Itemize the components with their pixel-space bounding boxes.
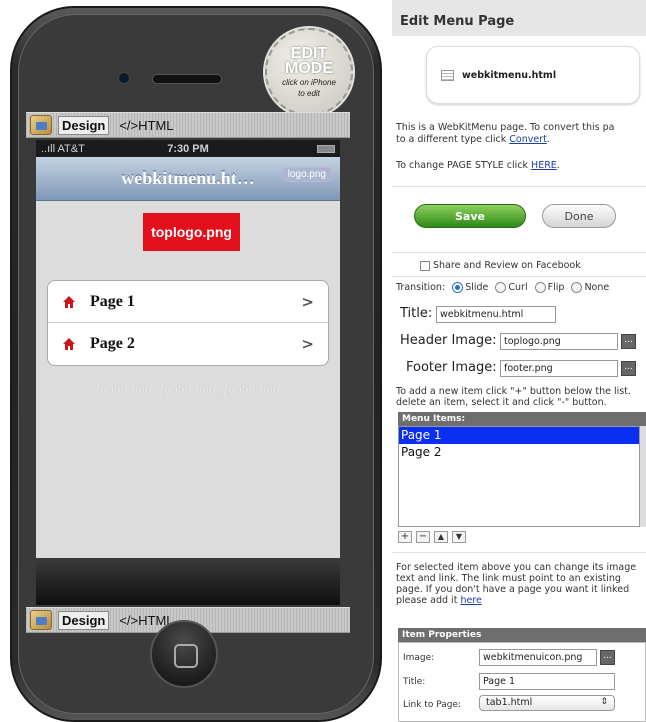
divider bbox=[392, 186, 646, 187]
design-icon bbox=[30, 115, 52, 135]
done-button[interactable]: Done bbox=[542, 204, 616, 228]
house-icon bbox=[63, 338, 75, 350]
item-properties-body: Image: webkitmenuicon.png ... Title: Pag… bbox=[398, 642, 646, 722]
link-to-page-label: Link to Page: bbox=[403, 700, 462, 710]
mode-bar-top: Design </>HTML bbox=[26, 112, 350, 138]
add-help-2: delete an item, select it and click "-" … bbox=[396, 397, 607, 408]
move-up-button[interactable]: ▲ bbox=[434, 531, 448, 543]
save-button[interactable]: Save bbox=[414, 204, 526, 228]
menu-items-list[interactable]: Page 1 Page 2 bbox=[398, 426, 640, 527]
style-text-pre: To change PAGE STYLE click bbox=[396, 160, 532, 171]
nav-title[interactable]: webkitmenu.ht… bbox=[121, 168, 255, 189]
design-icon bbox=[30, 610, 52, 630]
add-page-link[interactable]: here bbox=[460, 595, 481, 606]
edit-mode-badge[interactable]: EDIT MODE click on iPhone to edit bbox=[265, 28, 353, 116]
item-image-input[interactable]: webkitmenuicon.png bbox=[479, 649, 597, 666]
menu-row-label: Page 2 bbox=[90, 335, 135, 352]
convert-link[interactable]: Convert bbox=[509, 134, 547, 145]
style-text-post: . bbox=[556, 160, 560, 171]
divider bbox=[392, 552, 646, 553]
item-image-browse-button[interactable]: ... bbox=[600, 650, 615, 665]
edit-panel: Edit Menu Page webkitmenu.html This is a… bbox=[392, 0, 646, 722]
radio-none-label: None bbox=[584, 282, 610, 293]
radio-curl[interactable] bbox=[495, 282, 507, 293]
file-card: webkitmenu.html bbox=[426, 46, 640, 104]
header-image-input[interactable]: toplogo.png bbox=[500, 333, 618, 350]
iphone-screen[interactable]: ..ıll AT&T 7:30 PM webkitmenu.ht… logo.p… bbox=[36, 140, 340, 605]
radio-flip[interactable] bbox=[534, 282, 546, 293]
divider bbox=[392, 276, 646, 277]
menu-row-page2[interactable]: Page 2 > bbox=[48, 323, 328, 365]
design-mode-button[interactable]: Design bbox=[58, 115, 110, 135]
item-title-label: Title: bbox=[403, 677, 426, 687]
camera-icon bbox=[118, 72, 130, 84]
selected-help-4: please add it here bbox=[396, 595, 482, 607]
badge-line3: click on iPhone bbox=[282, 78, 336, 87]
remove-item-button[interactable]: − bbox=[416, 531, 430, 543]
radio-none[interactable] bbox=[571, 282, 583, 293]
menu-list-scrollbar[interactable] bbox=[640, 426, 646, 527]
design-mode-button[interactable]: Design bbox=[58, 610, 110, 630]
top-logo-image[interactable]: toplogo.png bbox=[143, 213, 240, 251]
share-checkbox[interactable] bbox=[420, 260, 430, 271]
chevron-right-icon: > bbox=[301, 292, 314, 311]
radio-slide-label: Slide bbox=[465, 282, 489, 293]
divider bbox=[392, 252, 646, 253]
title-label: Title: bbox=[400, 306, 433, 321]
nav-logo[interactable]: logo.png bbox=[281, 167, 332, 182]
add-item-button[interactable]: + bbox=[398, 531, 412, 543]
move-down-button[interactable]: ▼ bbox=[452, 531, 466, 543]
navigation-bar[interactable]: webkitmenu.ht… logo.png bbox=[36, 157, 340, 201]
html-mode-button[interactable]: </>HTML bbox=[119, 118, 173, 133]
image-label: Image: bbox=[403, 653, 435, 663]
menu-row-label: Page 1 bbox=[90, 292, 135, 310]
menu-item-page1[interactable]: Page 1 bbox=[399, 427, 639, 444]
transition-row: Transition: Slide Curl Flip None bbox=[396, 282, 609, 294]
info-text-2: to a different type click Convert. bbox=[396, 134, 550, 146]
header-image-label: Header Image: bbox=[400, 333, 497, 348]
share-row[interactable]: Share and Review on Facebook bbox=[420, 260, 581, 272]
link-to-page-value: tab1.html bbox=[486, 697, 533, 708]
menu-item-page2[interactable]: Page 2 bbox=[399, 444, 639, 461]
style-link[interactable]: HERE bbox=[531, 160, 557, 171]
file-icon bbox=[441, 69, 454, 81]
radio-curl-label: Curl bbox=[508, 282, 528, 293]
transition-label: Transition: bbox=[396, 282, 446, 293]
badge-line2: MODE bbox=[285, 60, 333, 77]
speaker-grille bbox=[152, 74, 222, 84]
style-text: To change PAGE STYLE click HERE. bbox=[396, 160, 560, 172]
chevron-right-icon: > bbox=[301, 335, 314, 353]
badge-line1: EDIT bbox=[290, 45, 328, 62]
item-title-input[interactable]: Page 1 bbox=[479, 673, 615, 690]
footer-image-label: Footer Image: bbox=[406, 360, 497, 375]
status-bar: ..ıll AT&T 7:30 PM bbox=[36, 140, 340, 157]
menu-list: Page 1 > Page 2 > bbox=[47, 280, 329, 366]
clock-label: 7:30 PM bbox=[167, 142, 209, 155]
bottom-bar bbox=[36, 558, 340, 605]
info-text-2-pre: to a different type click bbox=[396, 134, 510, 145]
info-text-1: This is a WebKitMenu page. To convert th… bbox=[396, 122, 615, 133]
header-browse-button[interactable]: ... bbox=[621, 334, 636, 349]
menu-items-header: Menu Items: bbox=[398, 412, 646, 426]
link-to-page-select[interactable]: tab1.html ⇕ bbox=[479, 695, 615, 711]
footer-image-input[interactable]: footer.png bbox=[500, 360, 618, 377]
share-label: Share and Review on Facebook bbox=[433, 260, 581, 271]
footer-image[interactable]: footer.png footer.png footer.png bbox=[36, 382, 340, 398]
footer-browse-button[interactable]: ... bbox=[621, 361, 636, 376]
menu-row-page1[interactable]: Page 1 > bbox=[48, 281, 328, 323]
file-name: webkitmenu.html bbox=[462, 69, 557, 81]
selected-help-4-pre: please add it bbox=[396, 595, 461, 606]
badge-line4: to edit bbox=[298, 89, 320, 98]
radio-slide[interactable] bbox=[452, 282, 464, 293]
item-properties-header: Item Properties bbox=[398, 628, 646, 642]
info-text-2-post: . bbox=[546, 134, 550, 145]
select-arrows-icon: ⇕ bbox=[600, 697, 608, 707]
title-input[interactable]: webkitmenu.html bbox=[436, 306, 556, 323]
house-icon bbox=[63, 295, 75, 308]
panel-title: Edit Menu Page bbox=[392, 0, 646, 36]
home-button[interactable] bbox=[150, 620, 218, 688]
radio-flip-label: Flip bbox=[547, 282, 565, 293]
